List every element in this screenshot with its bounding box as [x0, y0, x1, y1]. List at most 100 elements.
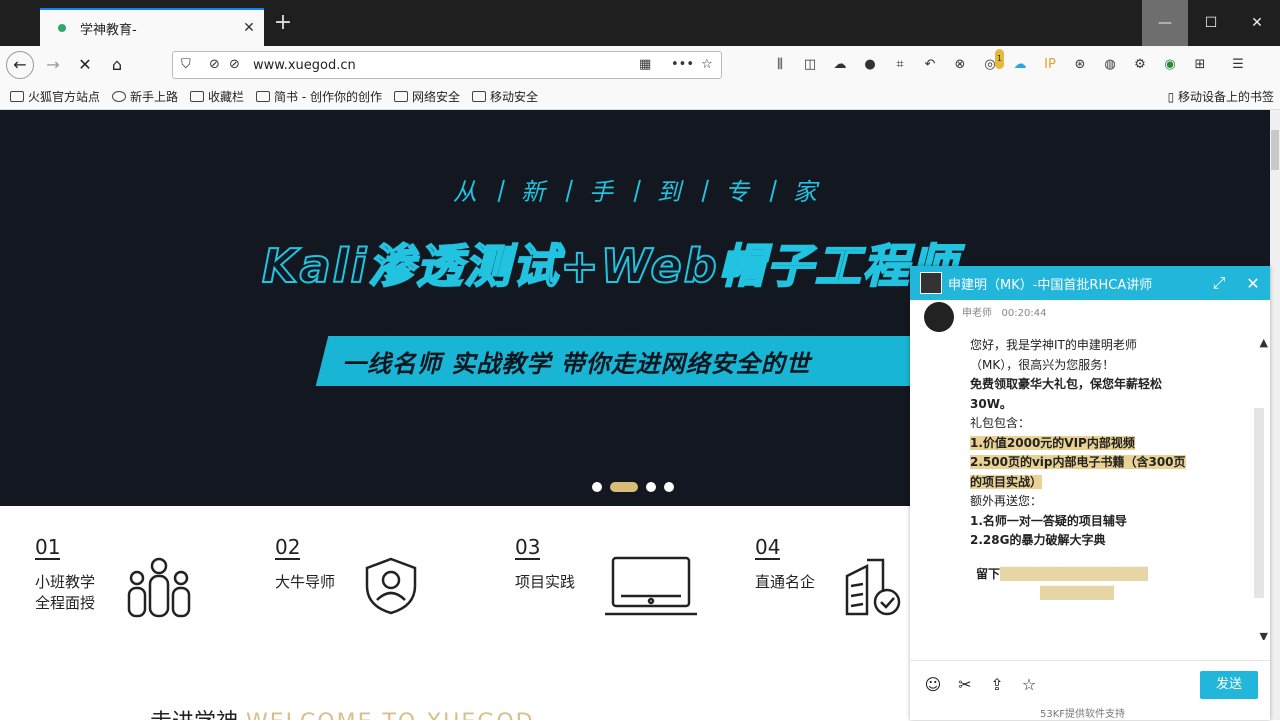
jianshu-icon	[256, 91, 271, 102]
powered-by: 53KF提供软件支持	[1040, 709, 1126, 720]
agent-avatar	[924, 302, 954, 332]
agent-name: 申老师	[962, 308, 992, 319]
globe-extension-icon[interactable]: ◍	[1100, 55, 1120, 75]
extension-badge-icon[interactable]: ◎ 1	[980, 49, 1004, 75]
account-icon[interactable]: ●	[860, 55, 880, 75]
home-button[interactable]: ⌂	[104, 52, 130, 78]
feature-item: 01 小班教学 全程面授	[35, 535, 191, 618]
feature-label: 小班教学 全程面授	[35, 573, 96, 612]
tab-bar: 学神教育- ✕ + — ☐ ✕	[0, 0, 1280, 46]
feature-label: 大牛导师	[275, 573, 336, 591]
extension-ball-icon[interactable]: ⊗	[950, 55, 970, 75]
url-text[interactable]: www.xuegod.cn	[253, 58, 356, 73]
feature-number: 02	[275, 535, 301, 560]
group-people-icon	[127, 557, 191, 618]
hero-subtitle: 从丨新丨手丨到丨专丨家	[453, 178, 827, 206]
extension-cloud-icon[interactable]: ☁	[830, 55, 850, 75]
laptop-icon	[605, 556, 697, 616]
feature-item: 02 大牛导师	[275, 535, 417, 615]
navigation-toolbar: ← → ✕ ⌂ ⛉ ⊘ ⊘ www.xuegod.cn ▦ ••• ☆ ⫼ ◫ …	[0, 46, 1280, 84]
feature-number: 01	[35, 535, 61, 560]
toolbar-icons: ⫼ ◫ ☁ ● ⌗ ↶ ⊗ ◎ 1 ☁ IP ⊛ ◍ ⚙ ◉ ⊞ ☰	[770, 49, 1248, 75]
sidebar-icon[interactable]: ◫	[800, 55, 820, 75]
bookmark-star-icon[interactable]: ☆	[701, 57, 713, 72]
folder-icon	[472, 91, 487, 102]
gear-extension-icon[interactable]: ⚙	[1130, 55, 1150, 75]
blurred-text: ████████	[1040, 586, 1114, 600]
close-icon[interactable]: ✕	[1236, 274, 1270, 293]
feature-label: 直通名企	[755, 573, 816, 591]
scissors-icon[interactable]: ✂	[954, 675, 976, 694]
expand-icon[interactable]: ⤢	[1202, 273, 1236, 293]
carousel-dots	[592, 482, 674, 492]
url-bar[interactable]: ⛉ ⊘ ⊘ www.xuegod.cn ▦ ••• ☆	[172, 51, 722, 79]
maximize-button[interactable]: ☐	[1188, 0, 1234, 46]
mobile-bookmarks[interactable]: ▯ 移动设备上的书签	[1168, 88, 1274, 105]
bookmark-item[interactable]: 网络安全	[394, 88, 460, 105]
hero-ribbon-text: 一线名师 实战教学 带你走进网络安全的世	[342, 350, 811, 378]
window-controls: — ☐ ✕	[1142, 0, 1280, 46]
chat-header-avatar	[920, 272, 942, 294]
upload-file-icon[interactable]: ⇪	[986, 675, 1008, 694]
chat-toolbar: ☺ ✂ ⇪ ☆ 发送 53KF提供软件支持	[910, 660, 1270, 721]
building-check-icon	[845, 558, 901, 616]
carousel-dot[interactable]	[664, 482, 674, 492]
bookmarks-bar: 火狐官方站点 新手上路 收藏栏 简书 - 创作你的创作 网络安全 移动安全 ▯ …	[0, 84, 1280, 110]
send-button[interactable]: 发送	[1200, 671, 1258, 699]
back-button[interactable]: ←	[6, 51, 34, 79]
feature-item: 04 直通名企	[755, 536, 901, 616]
page-actions-icon[interactable]: •••	[671, 57, 694, 72]
message-time: 00:20:44	[1001, 308, 1047, 319]
bookmark-item[interactable]: 新手上路	[112, 88, 178, 105]
extension-badge-count: 1	[994, 49, 1004, 69]
emoji-icon[interactable]: ☺	[922, 675, 944, 694]
feature-label: 项目实践	[515, 573, 576, 591]
bookmark-item[interactable]: 简书 - 创作你的创作	[256, 88, 382, 105]
chat-scroll-up-icon[interactable]: ▲	[1260, 336, 1268, 349]
scrollbar-thumb[interactable]	[1271, 130, 1279, 170]
chat-widget: 申建明（MK）-中国首批RHCA讲师 ⤢ ✕ 申老师 00:20:44 ▲ 您好…	[910, 266, 1270, 720]
menu-icon[interactable]: ☰	[1228, 55, 1248, 75]
qr-code-icon[interactable]: ▦	[639, 57, 651, 72]
browser-tab[interactable]: 学神教育- ✕	[40, 8, 264, 46]
page-scrollbar[interactable]	[1270, 110, 1280, 720]
forward-button[interactable]: →	[40, 52, 66, 78]
agent-message: 您好，我是学神IT的申建明老师 （MK），很高兴为您服务！ 免费领取豪华大礼包，…	[970, 338, 1186, 600]
screenshot-crop-icon[interactable]: ⌗	[890, 55, 910, 75]
bookmark-item[interactable]: 收藏栏	[190, 88, 244, 105]
chat-scrollbar[interactable]	[1254, 408, 1264, 598]
undo-icon[interactable]: ↶	[920, 55, 940, 75]
blurred-text: ████████████████	[1000, 566, 1148, 581]
minimize-button[interactable]: —	[1142, 0, 1188, 46]
stop-loading-button[interactable]: ✕	[72, 52, 98, 78]
sync-cloud-icon[interactable]: ☁	[1010, 55, 1030, 75]
permissions-icon[interactable]: ⊘	[209, 57, 220, 72]
carousel-dot[interactable]	[646, 482, 656, 492]
ip-extension-icon[interactable]: IP	[1040, 55, 1060, 75]
tab-title: 学神教育-	[80, 22, 137, 38]
connection-icon[interactable]: ⊘	[229, 57, 240, 72]
translate-extension-icon[interactable]: ⊞	[1190, 55, 1210, 75]
chat-messages: 申老师 00:20:44 ▲ 您好，我是学神IT的申建明老师 （MK），很高兴为…	[910, 300, 1270, 640]
agent-meta: 申老师 00:20:44	[962, 304, 1046, 319]
hero-headline: Kali渗透测试+Web帽子工程师	[261, 238, 959, 294]
folder-icon	[10, 91, 24, 102]
world-extension-icon[interactable]: ◉	[1160, 55, 1180, 75]
tab-close-icon[interactable]: ✕	[234, 20, 264, 36]
feature-number: 03	[515, 535, 541, 560]
shield-user-icon	[365, 557, 417, 615]
shield-icon[interactable]: ⛉	[181, 57, 191, 72]
star-icon[interactable]: ☆	[1018, 675, 1040, 694]
carousel-dot-active[interactable]	[610, 482, 638, 492]
close-window-button[interactable]: ✕	[1234, 0, 1280, 46]
bookmark-item[interactable]: 移动安全	[472, 88, 538, 105]
welcome-heading: 走进学神 WELCOME TO XUEGOD	[150, 704, 535, 720]
tab-favicon-icon	[58, 24, 66, 32]
extension-x-icon[interactable]: ⊛	[1070, 55, 1090, 75]
new-tab-button[interactable]: +	[270, 10, 296, 36]
library-icon[interactable]: ⫼	[770, 55, 790, 75]
carousel-dot[interactable]	[592, 482, 602, 492]
folder-icon	[394, 91, 409, 102]
chat-scroll-down-icon[interactable]: ▼	[1260, 630, 1268, 640]
bookmark-item[interactable]: 火狐官方站点	[10, 88, 100, 105]
